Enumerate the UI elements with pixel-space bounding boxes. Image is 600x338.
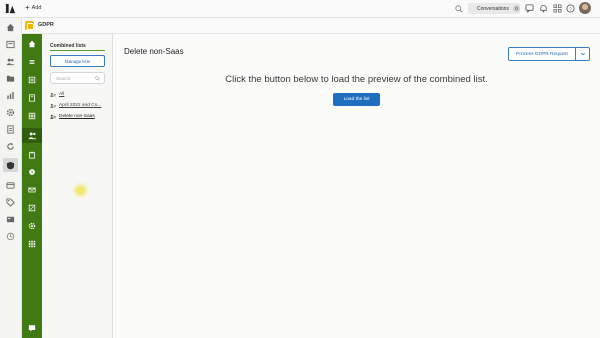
list-item-label: Delete non-Saas [59,114,95,119]
conversations-count-badge: 0 [512,5,520,12]
reports-icon[interactable] [6,91,15,100]
list-item-delete-non-saas[interactable]: Delete non-Saas [50,111,101,122]
module-sidebar [22,34,42,338]
process-gdpr-dropdown-button[interactable] [576,47,590,61]
add-button[interactable]: + Add [25,4,41,12]
chevron-down-icon [580,52,585,56]
feedback-icon[interactable] [28,324,36,332]
folder-icon[interactable] [6,74,15,83]
table-icon[interactable] [28,112,36,120]
search-placeholder: Search [56,75,71,81]
list-icon [50,92,56,97]
gear-icon[interactable] [28,222,36,230]
svg-text:?: ? [569,6,572,12]
list-icon[interactable] [28,58,36,66]
panel-title-underline [50,50,105,51]
checklist-icon[interactable] [28,76,36,84]
note-icon[interactable] [28,94,36,102]
document-icon[interactable] [6,125,15,134]
shield-icon [6,161,15,170]
gdpr-rail-item[interactable] [3,158,18,172]
tag-icon[interactable] [6,198,15,207]
load-list-button[interactable]: Load the list [333,93,380,106]
combined-lists-nav-item[interactable] [22,128,42,143]
edit-icon[interactable] [28,204,36,212]
search-icon [95,76,100,81]
apps-grid-icon[interactable] [553,4,562,13]
list-icon [50,103,56,108]
chat-icon[interactable] [525,4,534,13]
mail-icon[interactable] [28,186,36,194]
clock-icon[interactable] [6,232,15,241]
contacts-icon[interactable] [6,57,15,66]
home-icon[interactable] [28,40,36,48]
mouse-cursor-highlight [76,186,85,195]
manage-lists-button[interactable]: Manage lists [50,55,105,67]
module-header: GDPR [22,18,600,34]
gdpr-module-icon [25,21,34,30]
history-icon[interactable] [28,168,36,176]
grid-icon[interactable] [28,240,36,248]
combined-lists: All April 2022 and Co... Delete non-Saas [50,89,101,122]
id-card-icon[interactable] [6,215,15,224]
bell-icon[interactable] [539,4,548,13]
user-avatar[interactable] [579,2,591,14]
combined-lists-panel: Combined lists Manage lists Search All A… [42,34,113,338]
app-rail [0,18,22,338]
list-item-label: April 2022 and Co... [59,103,102,108]
conversations-button[interactable]: Conversations 0 [468,3,520,14]
refresh-icon[interactable] [6,142,15,151]
list-item-label: All [59,92,65,97]
add-label: Add [31,5,42,11]
load-prompt-text: Click the button below to load the previ… [225,74,488,85]
list-item-all[interactable]: All [50,89,101,100]
home-icon[interactable] [6,23,15,32]
users-icon [28,132,37,140]
list-item-april-2022[interactable]: April 2022 and Co... [50,100,101,111]
main-content: Delete non-Saas Process GDPR Request Cli… [113,34,600,338]
list-icon [50,114,56,119]
process-gdpr-request-button[interactable]: Process GDPR Request [508,47,576,61]
search-icon[interactable] [455,5,463,13]
inbox-icon[interactable] [6,40,15,49]
settings-icon[interactable] [6,108,15,117]
panel-title: Combined lists [50,43,86,49]
list-search-input[interactable]: Search [50,72,105,84]
help-icon[interactable]: ? [566,4,575,13]
app-logo-icon[interactable] [5,3,16,14]
module-title: GDPR [38,22,54,28]
top-bar: + Add Conversations 0 ? [0,0,600,18]
page-title: Delete non-Saas [124,47,184,56]
conversations-label: Conversations [477,5,509,12]
clipboard-icon[interactable] [28,151,36,159]
plus-icon: + [25,3,30,12]
card-icon[interactable] [6,181,15,190]
